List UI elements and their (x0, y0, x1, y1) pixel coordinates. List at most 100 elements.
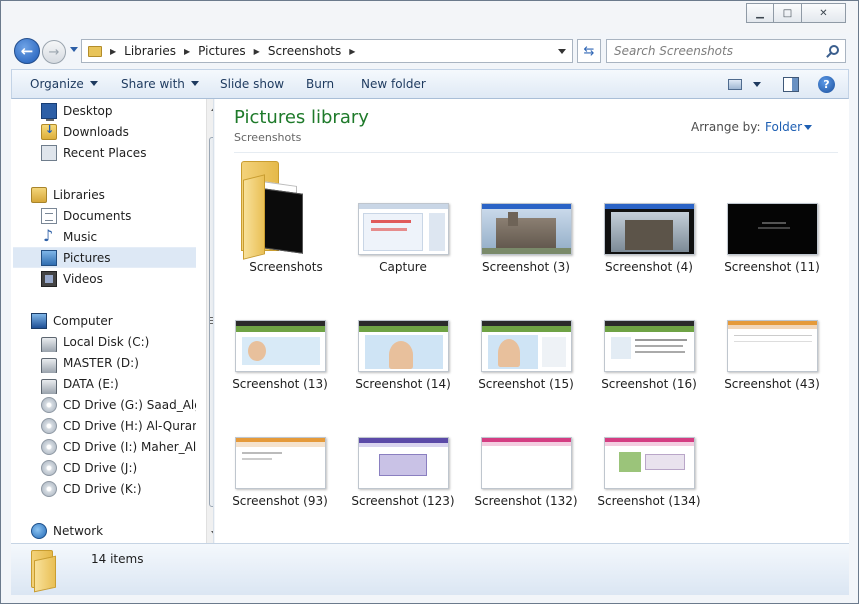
file-tile-screenshot-132[interactable]: Screenshot (132) (471, 437, 581, 533)
close-button[interactable]: ✕ (802, 3, 846, 23)
chevron-right-icon[interactable]: ▶ (184, 47, 190, 56)
thumb-building (496, 218, 556, 252)
sidebar-item-recent-places[interactable]: Recent Places (41, 142, 213, 163)
forward-button[interactable]: → (42, 40, 66, 64)
search-box[interactable] (606, 39, 846, 63)
search-input[interactable] (607, 40, 817, 62)
scrollbar-grip-icon (210, 317, 213, 324)
chevron-right-icon[interactable]: ▶ (254, 47, 260, 56)
sidebar-item-label: CD Drive (G:) Saad_Algha (63, 397, 196, 412)
breadcrumb-pictures[interactable]: Pictures (198, 44, 246, 58)
sidebar-item-downloads[interactable]: Downloads (41, 121, 213, 142)
file-tile-screenshot-43[interactable]: Screenshot (43) (717, 320, 827, 416)
file-tile-screenshot-13[interactable]: Screenshot (13) (225, 320, 335, 416)
sidebar-item-libraries[interactable]: Libraries (31, 184, 213, 205)
sidebar-item-local-disk-c[interactable]: Local Disk (C:) (41, 331, 213, 352)
cd-drive-icon (41, 459, 57, 476)
thumbnail-image (481, 437, 572, 489)
thumb-text (762, 222, 786, 224)
sidebar-item-music[interactable]: Music (41, 226, 213, 247)
search-icon[interactable] (829, 45, 839, 55)
sidebar-item-pictures[interactable]: Pictures (13, 247, 196, 268)
breadcrumb-libraries[interactable]: Libraries (124, 44, 176, 58)
address-dropdown-icon[interactable] (558, 49, 566, 54)
nav-scrollbar[interactable] (206, 99, 213, 543)
organize-button[interactable]: Organize (30, 77, 98, 91)
file-tile-screenshot-93[interactable]: Screenshot (93) (225, 437, 335, 533)
window-controls: ▁ □ ✕ (746, 3, 846, 23)
file-tile-screenshot-16[interactable]: Screenshot (16) (594, 320, 704, 416)
address-bar[interactable]: ▶ Libraries ▶ Pictures ▶ Screenshots ▶ (81, 39, 573, 63)
help-icon[interactable]: ? (818, 76, 835, 93)
file-tile-screenshot-15[interactable]: Screenshot (15) (471, 320, 581, 416)
videos-icon (41, 270, 57, 287)
refresh-button[interactable]: ⇆ (577, 39, 601, 63)
thumbnail-image (727, 320, 818, 372)
file-tile-screenshot-3[interactable]: Screenshot (3) (471, 203, 581, 299)
file-tile-capture[interactable]: Capture (348, 203, 458, 299)
thumbnail-image (604, 437, 695, 489)
breadcrumb-screenshots[interactable]: Screenshots (268, 44, 341, 58)
view-options-dropdown[interactable] (753, 82, 761, 87)
sidebar-item-label: Computer (53, 313, 113, 328)
sidebar-item-cd-drive-g[interactable]: CD Drive (G:) Saad_Algha (41, 394, 196, 415)
sidebar-item-documents[interactable]: Documents (41, 205, 213, 226)
chevron-right-icon[interactable]: ▶ (110, 47, 116, 56)
sidebar-item-data-e[interactable]: DATA (E:) (41, 373, 213, 394)
thumb-ribbon (359, 443, 448, 447)
thumb-text (635, 339, 687, 341)
sidebar-item-computer[interactable]: Computer (31, 310, 213, 331)
sidebar-item-videos[interactable]: Videos (41, 268, 213, 289)
disk-icon (41, 336, 57, 352)
file-tile-screenshots-folder[interactable]: Screenshots (231, 159, 341, 274)
cd-drive-icon (41, 396, 57, 413)
thumb-text (635, 351, 685, 353)
thumb-banner (482, 326, 571, 332)
minimize-button[interactable]: ▁ (746, 3, 774, 23)
file-label: Screenshots (249, 260, 323, 274)
sidebar-item-master-d[interactable]: MASTER (D:) (41, 352, 213, 373)
folder-photo-shape (263, 188, 303, 254)
scroll-up-icon[interactable] (211, 106, 213, 111)
file-tile-screenshot-4[interactable]: Screenshot (4) (594, 203, 704, 299)
scroll-down-icon[interactable] (211, 531, 213, 536)
page-title: Pictures library (234, 107, 369, 128)
thumb-panel (363, 213, 423, 251)
file-label: Screenshot (123) (351, 494, 455, 508)
sidebar-item-desktop[interactable]: Desktop (41, 100, 213, 121)
file-label: Screenshot (14) (355, 377, 451, 391)
slide-show-button[interactable]: Slide show (220, 77, 284, 91)
items-count: 14 items (91, 552, 144, 566)
share-with-button[interactable]: Share with (121, 77, 199, 91)
divider (234, 152, 838, 153)
thumb-text (635, 345, 683, 347)
sidebar-item-cd-drive-i[interactable]: CD Drive (I:) Maher_Al-M (41, 436, 196, 457)
thumb-text (758, 227, 790, 229)
sidebar-item-label: Videos (63, 271, 103, 286)
file-tile-screenshot-14[interactable]: Screenshot (14) (348, 320, 458, 416)
change-view-icon[interactable] (728, 79, 742, 90)
thumb-titlebar (605, 204, 694, 209)
back-button[interactable]: ← (14, 38, 40, 64)
sidebar-item-network[interactable]: Network (31, 520, 213, 541)
recent-pages-dropdown[interactable] (70, 47, 78, 52)
sidebar-item-label: Desktop (63, 103, 113, 118)
file-label: Capture (379, 260, 427, 274)
new-folder-button[interactable]: New folder (361, 77, 426, 91)
thumb-figure (389, 341, 413, 369)
chevron-right-icon[interactable]: ▶ (349, 47, 355, 56)
maximize-button[interactable]: □ (774, 3, 802, 23)
thumbnail-image (358, 203, 449, 255)
folder-front-shape (243, 174, 265, 260)
sidebar-item-cd-drive-j[interactable]: CD Drive (J:) (41, 457, 213, 478)
sidebar-item-cd-drive-h[interactable]: CD Drive (H:) Al-Quran M (41, 415, 196, 436)
file-tile-screenshot-123[interactable]: Screenshot (123) (348, 437, 458, 533)
arrange-by-dropdown[interactable]: Folder (765, 120, 802, 134)
chevron-down-icon[interactable] (804, 125, 812, 130)
preview-pane-icon[interactable] (783, 77, 799, 92)
burn-button[interactable]: Burn (306, 77, 334, 91)
sidebar-item-label: CD Drive (K:) (63, 481, 142, 496)
file-tile-screenshot-134[interactable]: Screenshot (134) (594, 437, 704, 533)
sidebar-item-cd-drive-k[interactable]: CD Drive (K:) (41, 478, 213, 499)
file-tile-screenshot-11[interactable]: Screenshot (11) (717, 203, 827, 299)
